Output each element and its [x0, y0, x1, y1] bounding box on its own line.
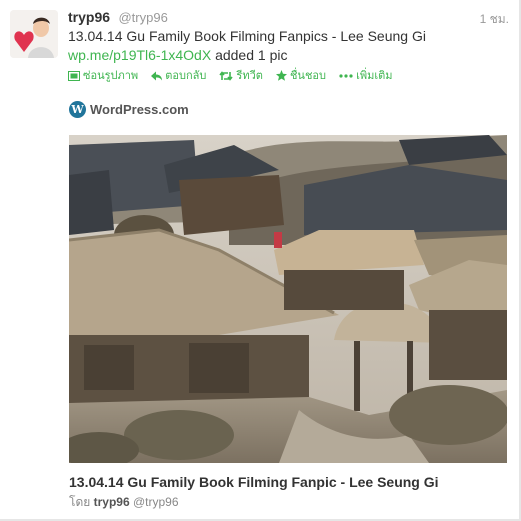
username[interactable]: tryp96: [68, 9, 110, 25]
tweet-actions: ซ่อนรูปภาพ ตอบกลับ รีทวีต ชื่นชอบ เพิ่มเ…: [68, 66, 403, 84]
card-source-name: WordPress.com: [90, 102, 189, 118]
tweet-link-suffix: added 1 pic: [211, 47, 288, 63]
card-photo[interactable]: [69, 135, 507, 463]
star-icon: [275, 70, 287, 81]
village-photo: [69, 135, 507, 463]
hide-photo-label: ซ่อนรูปภาพ: [83, 70, 139, 82]
favorite-action[interactable]: ชื่นชอบ: [275, 66, 327, 84]
tweet-header: tryp96 @tryp96 1 ชม.: [68, 9, 509, 29]
card-title[interactable]: 13.04.14 Gu Family Book Filming Fanpic -…: [69, 474, 439, 490]
reply-action[interactable]: ตอบกลับ: [151, 66, 206, 84]
tweet-link[interactable]: wp.me/p19Tl6-1x4OdX: [68, 47, 211, 63]
tweet-link-line: wp.me/p19Tl6-1x4OdX added 1 pic: [68, 46, 509, 65]
avatar-image: [10, 10, 58, 58]
tweet-text: 13.04.14 Gu Family Book Filming Fanpics …: [68, 27, 509, 65]
by-label: โดย: [69, 495, 91, 509]
avatar[interactable]: [10, 10, 58, 58]
card-author-handle[interactable]: @tryp96: [133, 495, 179, 509]
more-icon: [339, 74, 353, 78]
reply-label: ตอบกลับ: [165, 70, 207, 82]
tweet-text-line: 13.04.14 Gu Family Book Filming Fanpics …: [68, 28, 426, 44]
card-byline: โดย tryp96 @tryp96: [69, 493, 179, 512]
more-action[interactable]: เพิ่มเติม: [339, 66, 393, 84]
favorite-label: ชื่นชอบ: [289, 70, 327, 82]
reply-icon: [151, 71, 163, 81]
user-handle[interactable]: @tryp96: [118, 10, 167, 25]
more-label: เพิ่มเติม: [356, 70, 393, 82]
wordpress-icon: W: [69, 101, 86, 119]
hide-photo-action[interactable]: ซ่อนรูปภาพ: [68, 66, 138, 84]
card-author[interactable]: tryp96: [94, 495, 130, 509]
card-source[interactable]: W WordPress.com: [69, 101, 189, 121]
retweet-label: รีทวีต: [236, 70, 263, 82]
retweet-action[interactable]: รีทวีต: [219, 66, 263, 84]
retweet-icon: [219, 71, 234, 81]
photo-icon: [68, 71, 80, 81]
